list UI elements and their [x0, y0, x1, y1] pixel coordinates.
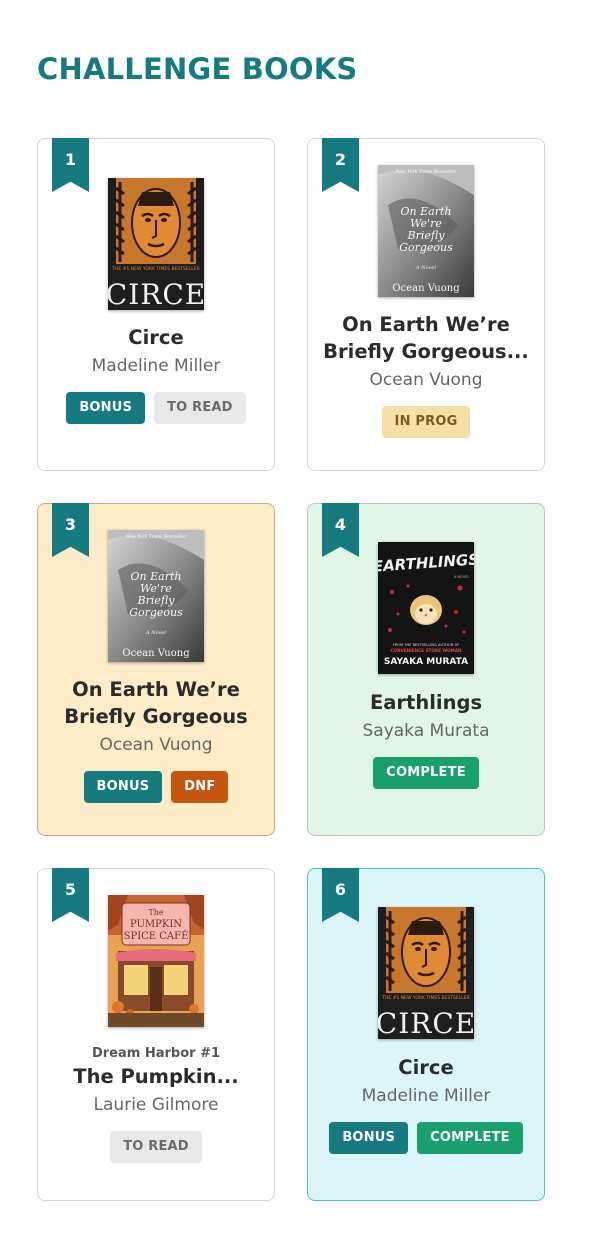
- book-author: Ocean Vuong: [99, 735, 213, 755]
- bookmark-ribbon: 5: [52, 868, 89, 922]
- svg-text:Gorgeous: Gorgeous: [129, 606, 183, 619]
- svg-text:SAYAKA MURATA: SAYAKA MURATA: [384, 657, 468, 667]
- svg-text:THE #1 NEW YORK TIMES BESTSELL: THE #1 NEW YORK TIMES BESTSELLER: [381, 995, 469, 1001]
- page-title: CHALLENGE BOOKS: [37, 52, 358, 86]
- svg-text:New York Times Bestseller: New York Times Bestseller: [124, 534, 187, 540]
- svg-text:PUMPKIN: PUMPKIN: [130, 919, 182, 930]
- book-author: Madeline Miller: [91, 356, 221, 376]
- svg-text:Gorgeous: Gorgeous: [399, 241, 453, 254]
- status-badges: TO READ: [38, 1131, 274, 1163]
- book-author: Madeline Miller: [361, 1086, 491, 1106]
- svg-text:A NOVEL: A NOVEL: [454, 575, 469, 579]
- svg-text:The: The: [148, 908, 163, 917]
- dnf-badge: DNF: [171, 771, 229, 803]
- svg-text:New York Times Bestseller: New York Times Bestseller: [394, 169, 457, 175]
- book-title: Earthlings: [369, 691, 483, 714]
- book-title: On Earth We’re Briefly Gorgeous...: [323, 313, 529, 363]
- svg-text:THE #1 NEW YORK TIMES BESTSELL: THE #1 NEW YORK TIMES BESTSELLER: [111, 266, 199, 272]
- book-card-4[interactable]: 4 EARTHLINGS A NOVEL FROM THE BESTSELLIN…: [307, 503, 545, 836]
- book-card-5[interactable]: 5 The PUMPKIN SPICE CAFÉ Dream Harbor #1…: [37, 868, 275, 1201]
- book-card-1[interactable]: 1 THE #1 NEW YORK TIMES BESTSELLER CIRCE…: [37, 138, 275, 471]
- status-badges: IN PROG: [308, 406, 544, 438]
- bookmark-ribbon: 3: [52, 503, 89, 557]
- svg-text:CIRCE: CIRCE: [108, 278, 204, 310]
- bonus-badge: BONUS: [83, 771, 163, 803]
- status-badges: BONUS COMPLETE: [308, 1122, 544, 1154]
- book-card-6[interactable]: 6 THE #1 NEW YORK TIMES BESTSELLER CIRCE…: [307, 868, 545, 1201]
- book-title: Circe: [128, 326, 184, 349]
- book-card-2[interactable]: 2 New York Times Bestseller On Earth We'…: [307, 138, 545, 471]
- to-read-badge: TO READ: [154, 392, 246, 424]
- book-card-3[interactable]: 3 New York Times Bestseller On Earth We'…: [37, 503, 275, 836]
- status-badges: BONUS TO READ: [38, 392, 274, 424]
- pumpkin-spice-cafe-cover-icon: The PUMPKIN SPICE CAFÉ: [108, 895, 204, 1027]
- svg-text:A Novel: A Novel: [145, 630, 166, 636]
- status-badges: COMPLETE: [308, 757, 544, 789]
- in-progress-badge: IN PROG: [381, 406, 471, 438]
- on-earth-cover-icon: New York Times Bestseller On Earth We're…: [108, 530, 204, 662]
- bookmark-ribbon: 2: [322, 138, 359, 192]
- svg-text:Ocean Vuong: Ocean Vuong: [392, 283, 460, 294]
- book-title: The Pumpkin...: [73, 1065, 239, 1088]
- book-author: Sayaka Murata: [362, 721, 490, 741]
- status-badges: BONUS DNF: [38, 771, 274, 803]
- complete-badge: COMPLETE: [373, 757, 479, 789]
- book-author: Laurie Gilmore: [93, 1095, 219, 1115]
- bookmark-ribbon: 4: [322, 503, 359, 557]
- to-read-badge: TO READ: [110, 1131, 202, 1163]
- svg-text:A Novel: A Novel: [415, 265, 436, 271]
- bonus-badge: BONUS: [329, 1122, 409, 1154]
- bonus-badge: BONUS: [66, 392, 146, 424]
- svg-text:FROM THE BESTSELLING AUTHOR OF: FROM THE BESTSELLING AUTHOR OF: [393, 643, 460, 647]
- bookmark-ribbon: 1: [52, 138, 89, 192]
- book-title: On Earth We’re Briefly Gorgeous: [64, 678, 248, 728]
- earthlings-cover-icon: EARTHLINGS A NOVEL FROM THE BESTSELLING …: [378, 542, 474, 674]
- svg-text:CONVENIENCE STORE WOMAN: CONVENIENCE STORE WOMAN: [390, 648, 462, 653]
- book-title: Circe: [398, 1056, 454, 1079]
- on-earth-cover-icon: New York Times Bestseller On Earth We're…: [378, 165, 474, 297]
- svg-text:SPICE CAFÉ: SPICE CAFÉ: [124, 930, 189, 942]
- book-author: Ocean Vuong: [369, 370, 483, 390]
- circe-cover-icon: THE #1 NEW YORK TIMES BESTSELLER CIRCE: [378, 907, 474, 1039]
- svg-text:Ocean Vuong: Ocean Vuong: [122, 648, 190, 659]
- svg-text:CIRCE: CIRCE: [378, 1007, 474, 1039]
- book-series: Dream Harbor #1: [91, 1046, 221, 1061]
- complete-badge: COMPLETE: [417, 1122, 523, 1154]
- bookmark-ribbon: 6: [322, 868, 359, 922]
- circe-cover-icon: THE #1 NEW YORK TIMES BESTSELLER CIRCE: [108, 178, 204, 310]
